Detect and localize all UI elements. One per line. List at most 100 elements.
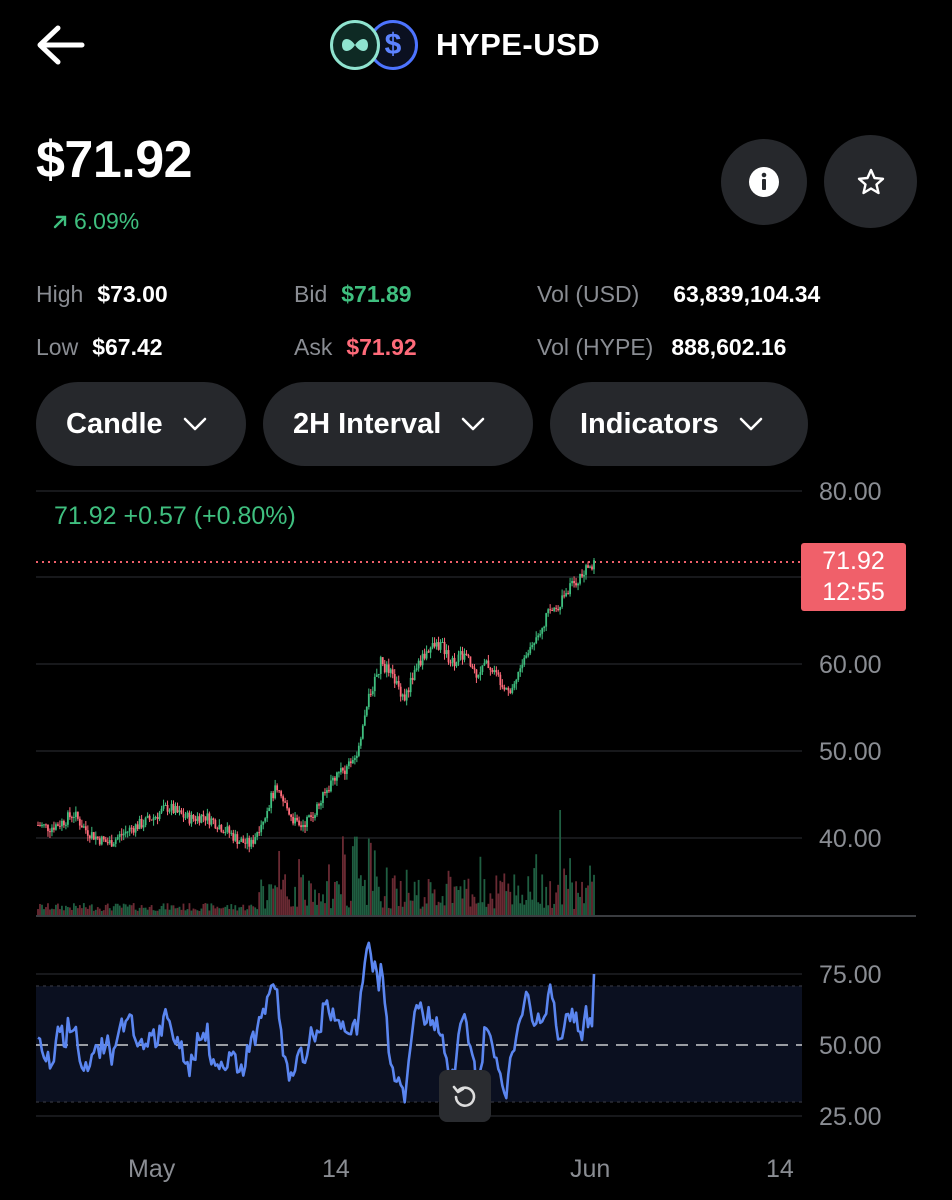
back-button[interactable] <box>30 20 94 70</box>
candle-body <box>585 565 587 575</box>
candle-body <box>322 792 324 804</box>
candle-body <box>258 832 261 834</box>
volume-bar <box>365 904 368 915</box>
candle-body <box>174 806 177 814</box>
candle-body <box>320 803 322 806</box>
candle-body <box>441 642 444 644</box>
candle-body <box>272 792 275 799</box>
volume-bar <box>345 905 348 915</box>
candle-body <box>569 583 571 595</box>
candle-body <box>509 690 512 693</box>
volume-bar <box>469 906 472 915</box>
candle-body <box>41 824 43 827</box>
interval-select[interactable]: 2H Interval <box>263 382 533 466</box>
favorite-button[interactable] <box>824 135 917 228</box>
chevron-down-icon <box>183 417 206 431</box>
volume-bar <box>415 895 418 915</box>
volume-bar <box>340 894 342 915</box>
y-label: 50.00 <box>819 738 882 766</box>
candle-body <box>503 687 506 690</box>
candle-body <box>351 759 354 764</box>
volume-bar <box>276 887 279 915</box>
volume-bar <box>343 854 346 915</box>
candle-body <box>266 811 269 819</box>
candle-body <box>338 772 340 774</box>
info-button[interactable] <box>721 139 807 225</box>
candle-body <box>206 813 209 821</box>
candle-body <box>485 660 488 663</box>
volume-bar <box>587 885 589 915</box>
volume-bar <box>443 905 446 915</box>
candle-body <box>238 841 241 844</box>
arrow-up-right-icon <box>53 215 67 228</box>
candle-body <box>55 824 57 830</box>
candle-body <box>575 583 577 586</box>
candle-body <box>581 573 583 577</box>
volume-bar <box>517 885 520 915</box>
volume-bar <box>573 908 575 915</box>
candle-body <box>397 681 400 687</box>
candle-body <box>439 642 442 650</box>
candle-body <box>68 812 71 818</box>
volume-bar <box>387 907 390 915</box>
volume-bar <box>581 881 583 915</box>
candle-body <box>379 657 382 674</box>
volume-bar <box>178 906 181 915</box>
candle-body <box>383 664 386 673</box>
volume-bar <box>110 910 113 915</box>
volume-bar <box>106 903 109 915</box>
volume-bar <box>49 909 51 915</box>
candle-body <box>110 840 113 847</box>
volume-bar <box>449 876 452 915</box>
indicators-select[interactable]: Indicators <box>550 382 808 466</box>
price-change-percent: 6.09% <box>74 208 140 234</box>
candle-body <box>134 824 137 833</box>
candle-body <box>413 670 416 680</box>
volume-bar <box>505 891 508 915</box>
chart-type-select[interactable]: Candle <box>36 382 246 466</box>
rotate-ccw-icon <box>452 1085 476 1107</box>
star-icon <box>857 168 884 194</box>
volume-bar <box>453 886 456 915</box>
candle-body <box>411 677 414 680</box>
volume-bar <box>559 810 562 915</box>
volume-bar <box>260 879 263 915</box>
volume-bar <box>41 904 43 915</box>
volume-bar <box>294 886 296 915</box>
candle-body <box>57 824 59 826</box>
volume-bar <box>373 850 376 915</box>
rsi-label: 50.00 <box>819 1032 882 1060</box>
candle-body <box>90 832 93 839</box>
volume-bar <box>535 854 538 915</box>
candle-body <box>43 824 45 826</box>
volume-bar <box>162 903 165 915</box>
volume-bar <box>539 903 542 915</box>
volume-bar <box>583 903 585 915</box>
volume-bar <box>353 836 356 915</box>
candle-body <box>445 650 448 655</box>
candle-body <box>86 830 89 836</box>
candle-body <box>419 660 422 666</box>
candle-body <box>563 595 566 597</box>
volume-bar <box>523 904 526 915</box>
volume-bar <box>268 884 271 915</box>
volume-bar <box>475 903 478 915</box>
candle-body <box>128 827 131 832</box>
candle-body <box>451 657 454 663</box>
candle-body <box>108 840 111 844</box>
candle-body <box>118 834 121 838</box>
reset-chart-button[interactable] <box>439 1070 491 1122</box>
candle-body <box>136 824 139 830</box>
candle-body <box>208 813 211 825</box>
volume-bar <box>483 879 486 915</box>
volume-bar <box>80 908 83 915</box>
candle-body <box>246 837 249 844</box>
volume-bar <box>405 869 408 915</box>
volume-bar <box>310 883 312 915</box>
candle-body <box>112 843 115 847</box>
candle-body <box>318 804 320 806</box>
volume-bar <box>316 904 318 915</box>
volume-bar <box>493 908 496 915</box>
volume-bar <box>537 902 540 915</box>
volume-bar <box>393 875 396 915</box>
